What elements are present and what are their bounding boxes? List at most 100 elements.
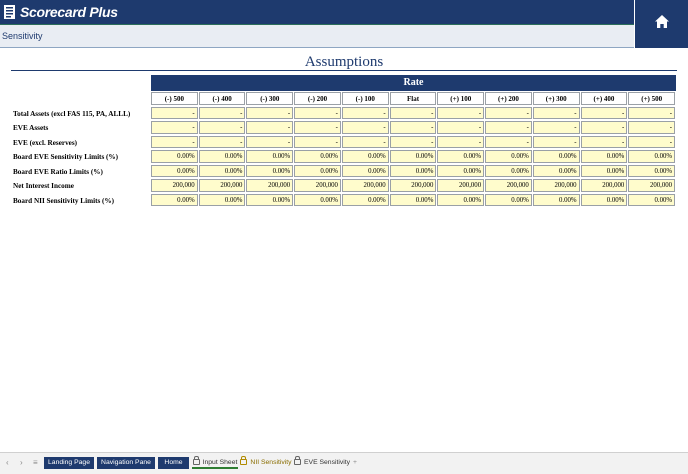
sheet-list-icon[interactable]: ≡ — [33, 458, 38, 467]
tab-landing-page[interactable]: Landing Page — [44, 457, 94, 469]
input-cell[interactable]: - — [437, 106, 485, 119]
input-cell[interactable]: 0.00% — [628, 193, 676, 206]
scroll-right-icon[interactable]: › — [20, 458, 23, 467]
input-cell[interactable]: - — [532, 135, 580, 148]
input-cell[interactable]: 0.00% — [580, 150, 628, 163]
input-cell[interactable]: 0.00% — [151, 164, 198, 177]
input-cell[interactable]: - — [628, 106, 676, 119]
input-cell[interactable]: 0.00% — [389, 193, 437, 206]
input-cell[interactable]: 0.00% — [198, 164, 246, 177]
column-header: (-) 100 — [341, 92, 389, 105]
input-cell[interactable]: 0.00% — [389, 164, 437, 177]
input-cell[interactable]: 0.00% — [246, 193, 294, 206]
add-sheet-button[interactable]: + — [350, 457, 360, 469]
row-label: Total Assets (excl FAS 115, PA, ALLL) — [13, 109, 131, 118]
input-cell[interactable]: 0.00% — [294, 193, 341, 206]
input-cell[interactable]: - — [151, 106, 198, 119]
input-cell[interactable]: 0.00% — [341, 193, 389, 206]
tab-navigation-pane[interactable]: Navigation Pane — [97, 457, 155, 469]
input-cell[interactable]: - — [485, 135, 532, 148]
input-cell[interactable]: 0.00% — [437, 164, 485, 177]
home-button[interactable] — [635, 0, 688, 48]
input-cell[interactable]: - — [532, 106, 580, 119]
input-cell[interactable]: - — [341, 135, 389, 148]
input-cell[interactable]: - — [198, 106, 246, 119]
column-header: (-) 500 — [151, 92, 198, 105]
input-cell[interactable]: 0.00% — [437, 150, 485, 163]
input-cell[interactable]: - — [485, 121, 532, 134]
sheet-tab-bar: ‹ › ≡ Landing Page Navigation Pane Home … — [0, 452, 688, 474]
input-cell[interactable]: - — [198, 135, 246, 148]
input-cell[interactable]: - — [151, 121, 198, 134]
input-cell[interactable]: 0.00% — [198, 150, 246, 163]
input-cell[interactable]: 0.00% — [389, 150, 437, 163]
input-cell[interactable]: 200,000 — [580, 179, 628, 192]
input-cell[interactable]: 0.00% — [437, 193, 485, 206]
input-cell[interactable]: 0.00% — [485, 150, 532, 163]
input-cell[interactable]: - — [485, 106, 532, 119]
input-cell[interactable]: 200,000 — [198, 179, 246, 192]
input-cell[interactable]: 200,000 — [341, 179, 389, 192]
input-cell[interactable]: - — [580, 106, 628, 119]
input-cell[interactable]: 200,000 — [389, 179, 437, 192]
input-cell[interactable]: - — [389, 121, 437, 134]
input-cell[interactable]: 200,000 — [294, 179, 341, 192]
input-cell[interactable]: - — [341, 121, 389, 134]
row-label: Net Interest Income — [13, 182, 74, 190]
input-cell[interactable]: 0.00% — [628, 150, 676, 163]
input-cell[interactable]: 0.00% — [341, 150, 389, 163]
input-cell[interactable]: - — [628, 121, 676, 134]
input-cell[interactable]: 0.00% — [246, 150, 294, 163]
input-cell[interactable]: 0.00% — [532, 193, 580, 206]
tab-home[interactable]: Home — [158, 457, 189, 469]
input-cell[interactable]: - — [532, 121, 580, 134]
input-cell[interactable]: - — [580, 121, 628, 134]
lock-icon — [192, 456, 200, 465]
input-cell[interactable]: 0.00% — [294, 164, 341, 177]
input-cell[interactable]: 0.00% — [294, 150, 341, 163]
input-cell[interactable]: - — [580, 135, 628, 148]
tab-input-sheet[interactable]: Input Sheet — [192, 456, 238, 469]
input-cell[interactable]: - — [151, 135, 198, 148]
app-name: Scorecard Plus — [20, 4, 118, 20]
input-cell[interactable]: 0.00% — [485, 164, 532, 177]
input-cell[interactable]: 200,000 — [485, 179, 532, 192]
input-cell[interactable]: - — [294, 135, 341, 148]
input-cell[interactable]: 0.00% — [151, 150, 198, 163]
input-cell[interactable]: 200,000 — [532, 179, 580, 192]
input-cell[interactable]: 0.00% — [198, 193, 246, 206]
assumptions-grid: (-) 500 (-) 400 (-) 300 (-) 200 (-) 100 … — [11, 92, 676, 208]
input-cell[interactable]: - — [389, 106, 437, 119]
input-cell[interactable]: 200,000 — [246, 179, 294, 192]
input-cell[interactable]: - — [246, 106, 294, 119]
input-cell[interactable]: 0.00% — [628, 164, 676, 177]
input-cell[interactable]: - — [437, 121, 485, 134]
input-cell[interactable]: - — [294, 106, 341, 119]
column-header: (+) 300 — [532, 92, 580, 105]
tab-eve-sensitivity[interactable]: EVE Sensitivity — [294, 456, 350, 469]
input-cell[interactable]: 0.00% — [580, 164, 628, 177]
input-cell[interactable]: - — [437, 135, 485, 148]
input-cell[interactable]: 0.00% — [485, 193, 532, 206]
input-cell[interactable]: - — [246, 135, 294, 148]
input-cell[interactable]: 0.00% — [151, 193, 198, 206]
input-cell[interactable]: - — [294, 121, 341, 134]
input-cell[interactable]: - — [198, 121, 246, 134]
page-title: Assumptions — [304, 54, 384, 70]
input-cell[interactable]: - — [389, 135, 437, 148]
column-header: (+) 500 — [628, 92, 676, 105]
input-cell[interactable]: - — [246, 121, 294, 134]
input-cell[interactable]: 0.00% — [580, 193, 628, 206]
column-header: (-) 200 — [294, 92, 341, 105]
input-cell[interactable]: 200,000 — [151, 179, 198, 192]
scroll-left-icon[interactable]: ‹ — [6, 458, 9, 467]
input-cell[interactable]: 0.00% — [532, 150, 580, 163]
input-cell[interactable]: 0.00% — [532, 164, 580, 177]
input-cell[interactable]: 0.00% — [246, 164, 294, 177]
input-cell[interactable]: 200,000 — [628, 179, 676, 192]
input-cell[interactable]: - — [628, 135, 676, 148]
input-cell[interactable]: 200,000 — [437, 179, 485, 192]
input-cell[interactable]: 0.00% — [341, 164, 389, 177]
input-cell[interactable]: - — [341, 106, 389, 119]
tab-nii-sensitivity[interactable]: NII Sensitivity — [240, 456, 292, 469]
